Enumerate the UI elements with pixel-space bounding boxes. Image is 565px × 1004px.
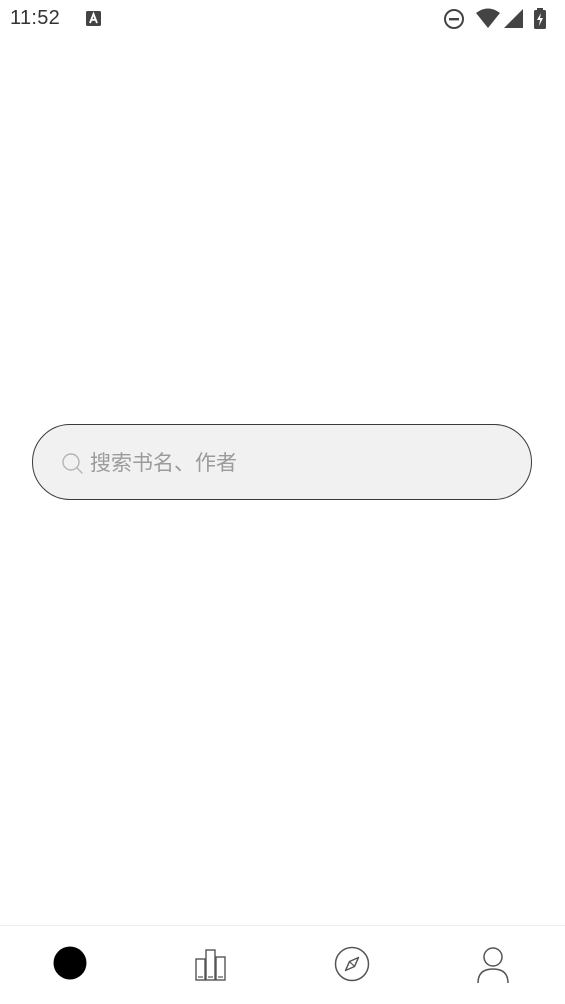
compass-icon [334,946,370,982]
home-dot-icon [53,946,87,980]
wifi-icon [476,8,500,28]
nav-item-bookshelf[interactable] [141,926,282,1004]
status-time: 11:52 [10,7,61,29]
nav-item-discover[interactable] [282,926,423,1004]
nav-item-profile[interactable] [423,926,564,1004]
status-bar: 11:52 [0,0,565,38]
search-bar[interactable]: 搜索书名、作者 [32,424,532,500]
search-icon [62,453,83,474]
status-icons [443,8,555,30]
nav-item-home[interactable] [0,926,141,1004]
bottom-nav [0,925,565,1004]
battery-charging-icon [534,8,546,29]
app-screen: 11:52 搜索书名、作者 [0,0,565,1004]
do-not-disturb-icon [444,9,464,29]
cell-signal-icon [504,9,523,28]
profile-icon [477,947,509,984]
search-placeholder: 搜索书名、作者 [90,451,237,475]
bookshelf-icon [195,949,226,981]
a-icon [86,11,101,26]
